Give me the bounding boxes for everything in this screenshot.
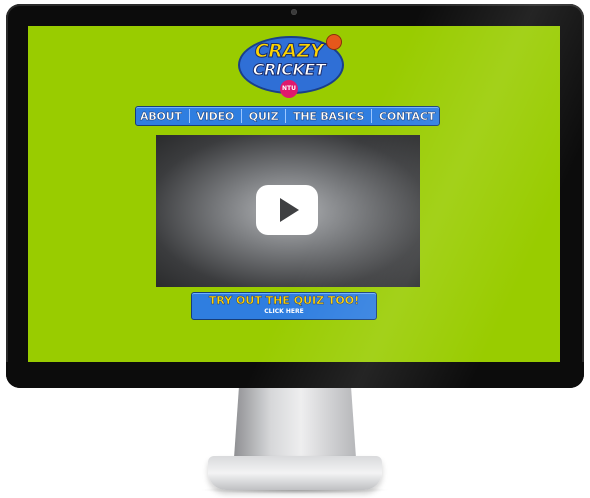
webcam-icon [291,9,297,15]
main-nav: ABOUT VIDEO QUIZ THE BASICS CONTACT [135,106,440,126]
monitor-screen: CRAZY CRICKET NTU ABOUT VIDEO QUIZ THE B… [28,26,560,362]
nav-divider [188,109,190,123]
nav-item-the-basics[interactable]: THE BASICS [293,109,365,122]
try-quiz-button[interactable]: TRY OUT THE QUIZ TOO! CLICK HERE [191,292,377,320]
logo-text-cricket: CRICKET [252,60,326,80]
nav-item-video[interactable]: VIDEO [196,109,234,122]
nav-divider [285,109,287,123]
nav-item-contact[interactable]: CONTACT [379,109,436,122]
click-here-label: CLICK HERE [264,308,304,315]
try-quiz-label: TRY OUT THE QUIZ TOO! [208,294,360,307]
nav-divider [371,109,373,123]
nav-divider [240,109,242,123]
play-icon [280,198,299,222]
nav-item-quiz[interactable]: QUIZ [249,109,279,122]
monitor-stand-neck [234,388,356,458]
monitor-chin [6,362,584,388]
logo-text-crazy: CRAZY [254,40,324,63]
monitor-stand-base [208,456,382,490]
nav-item-about[interactable]: ABOUT [140,109,182,122]
crazy-cricket-logo[interactable]: CRAZY CRICKET NTU [238,34,344,98]
logo-badge: NTU [280,80,298,98]
